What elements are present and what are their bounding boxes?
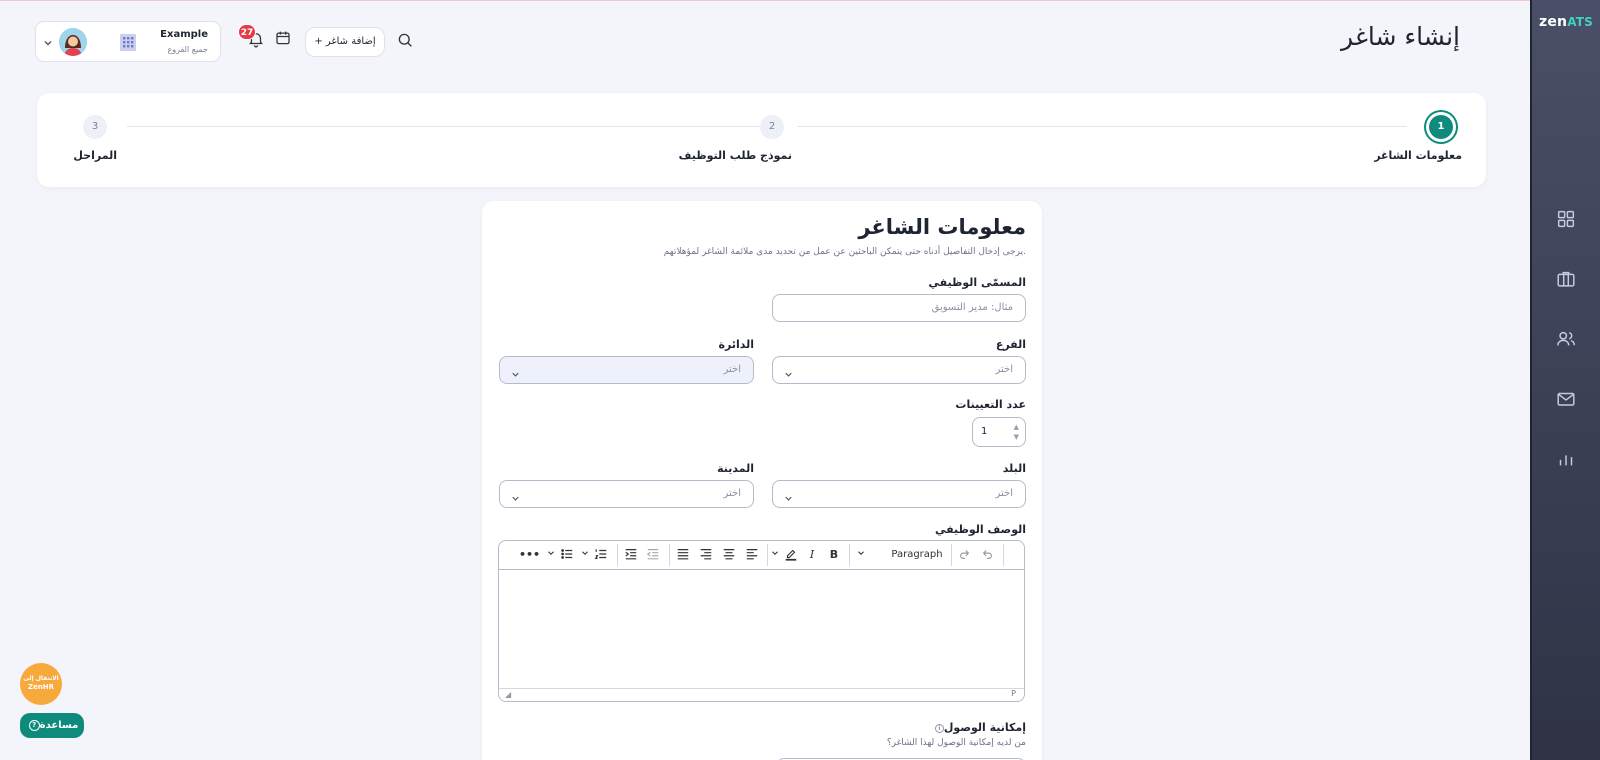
toolbar-separator [849, 544, 850, 566]
building-icon [116, 31, 140, 53]
openings-value: 1 [981, 426, 988, 437]
job-title-label: المسمّى الوظيفي [928, 276, 1027, 289]
more-options-icon[interactable]: ••• [519, 547, 540, 563]
vacancy-info-form: معلومات الشاغر يرجى إدخال التفاصيل أدناه… [482, 201, 1042, 760]
toolbar-separator [669, 544, 670, 566]
app-logo[interactable]: zenATS [1532, 14, 1600, 30]
department-select[interactable]: اختر [499, 356, 754, 384]
paragraph-format-select[interactable]: Paragraph [889, 547, 945, 563]
bullet-list-icon[interactable] [559, 547, 575, 563]
resize-handle-icon[interactable]: ◢ [505, 690, 511, 699]
highlight-icon[interactable] [783, 547, 799, 563]
align-justify-icon[interactable] [675, 547, 691, 563]
branch-select[interactable]: اختر [772, 356, 1026, 384]
chevron-down-icon [783, 365, 794, 377]
user-menu[interactable]: Example جميع الفروع [35, 21, 221, 62]
form-subtitle: يرجى إدخال التفاصيل أدناه حتى يتمكن البا… [663, 247, 1026, 257]
country-select[interactable]: اختر [772, 480, 1026, 508]
notification-badge: 27 [238, 24, 256, 40]
toolbar-separator [951, 544, 952, 566]
info-icon[interactable]: i [934, 723, 944, 733]
chevron-down-icon[interactable] [769, 547, 781, 563]
city-select[interactable]: اختر [499, 480, 754, 508]
branch-select-value: اختر [995, 364, 1014, 375]
users-icon[interactable] [1555, 328, 1577, 350]
indent-icon[interactable] [623, 547, 639, 563]
city-label: المدينة [717, 462, 754, 475]
zenhr-label-line1: الانتقال إلى [23, 675, 59, 682]
step-3-indicator[interactable]: 3 [83, 115, 107, 139]
job-title-input[interactable]: مثال: مدير التسويق [772, 294, 1026, 322]
branch-label: الفرع [995, 338, 1026, 351]
country-label: البلد [1002, 462, 1026, 475]
outdent-icon[interactable] [645, 547, 661, 563]
openings-stepper[interactable]: 1 ▲ ▼ [972, 417, 1026, 447]
undo-icon[interactable] [979, 547, 995, 563]
editor-status-bar: P ◢ [499, 688, 1024, 701]
top-accent-line [0, 0, 1600, 1]
description-editor[interactable]: ••• I B Paragraph P ◢ [498, 540, 1025, 702]
numbered-list-icon[interactable] [593, 547, 609, 563]
description-label: الوصف الوظيفي [934, 523, 1026, 536]
switch-to-zenhr-button[interactable]: الانتقال إلى ZenHR [20, 663, 62, 705]
help-button[interactable]: ? مساعدة [20, 713, 84, 738]
align-left-icon[interactable] [744, 547, 760, 563]
branch-scope: جميع الفروع [167, 45, 208, 54]
toolbar-separator [617, 544, 618, 566]
user-name: Example [160, 29, 208, 40]
search-icon[interactable] [396, 31, 414, 49]
italic-icon[interactable]: I [805, 547, 819, 563]
toolbar-separator [767, 544, 768, 566]
chevron-down-icon [510, 365, 521, 377]
toolbar-separator [1003, 544, 1004, 566]
vacancy-stepper: 1 معلومات الشاغر 2 نموذج طلب التوظيف 3 ا… [37, 93, 1486, 187]
chevron-down-icon[interactable] [545, 547, 557, 563]
calendar-icon[interactable] [274, 29, 292, 47]
city-select-value: اختر [723, 488, 742, 499]
add-vacancy-button[interactable]: + إضافة شاغر [305, 27, 385, 57]
page-title: إنشاء شاغر [1341, 22, 1460, 51]
step-1-indicator[interactable]: 1 [1429, 115, 1453, 139]
step-2-indicator[interactable]: 2 [760, 115, 784, 139]
spin-arrows-icon[interactable]: ▲ ▼ [1014, 422, 1019, 442]
chart-icon[interactable] [1555, 448, 1577, 470]
sidebar: zenATS [1530, 0, 1600, 760]
department-select-value: اختر [723, 364, 742, 375]
openings-label: عدد التعيينات [955, 398, 1026, 411]
editor-toolbar: ••• I B Paragraph [499, 541, 1024, 570]
help-icon: ? [28, 719, 40, 731]
step-2-label[interactable]: نموذج طلب التوظيف [679, 149, 792, 162]
redo-icon[interactable] [957, 547, 973, 563]
element-path: P [1011, 689, 1016, 698]
bold-icon[interactable]: B [827, 547, 841, 563]
country-select-value: اختر [995, 488, 1014, 499]
chevron-down-icon[interactable] [42, 34, 54, 46]
zenhr-label-line2: ZenHR [27, 683, 55, 691]
department-label: الدائرة [718, 338, 755, 351]
step-connector [127, 126, 760, 127]
avatar [59, 28, 87, 56]
access-hint: من لديه إمكانية الوصول لهذا الشاغر؟ [886, 738, 1026, 748]
chevron-down-icon[interactable] [855, 547, 867, 563]
chevron-down-icon[interactable] [579, 547, 591, 563]
dashboard-icon[interactable] [1555, 208, 1577, 230]
mail-icon[interactable] [1555, 388, 1577, 410]
briefcase-icon[interactable] [1555, 268, 1577, 290]
step-1-label[interactable]: معلومات الشاغر [1374, 149, 1462, 162]
form-title: معلومات الشاغر [858, 215, 1026, 239]
access-label: i إمكانية الوصول [931, 721, 1026, 734]
step-connector [797, 126, 1407, 127]
align-right-icon[interactable] [698, 547, 714, 563]
job-title-placeholder: مثال: مدير التسويق [931, 302, 1013, 313]
align-center-icon[interactable] [721, 547, 737, 563]
chevron-down-icon [783, 489, 794, 501]
chevron-down-icon [510, 489, 521, 501]
step-3-label[interactable]: المراحل [73, 149, 117, 162]
